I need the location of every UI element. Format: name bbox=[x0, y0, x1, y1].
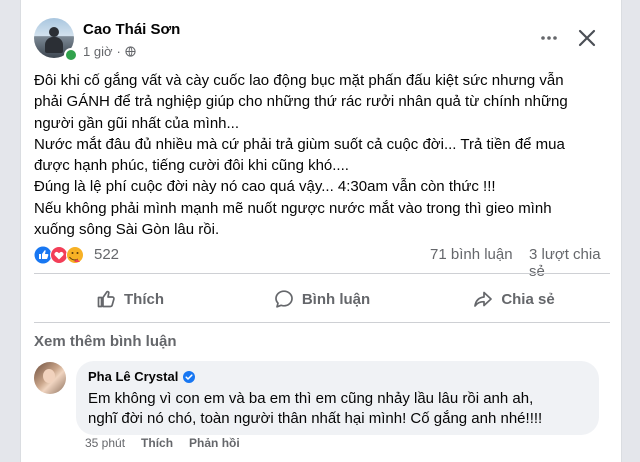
comment-text-line: nghĩ đời nó chó, toàn người thân nhất hạ… bbox=[88, 410, 543, 427]
reaction-count[interactable]: 522 bbox=[94, 246, 119, 263]
post-time[interactable]: 1 giờ bbox=[83, 44, 113, 59]
comment-meta: 35 phút Thích Phản hồi bbox=[85, 436, 240, 450]
comment-icon bbox=[274, 290, 293, 308]
commenter-name[interactable]: Pha Lê Crystal bbox=[88, 369, 196, 384]
share-button[interactable]: Chia sẻ bbox=[418, 282, 610, 316]
share-count[interactable]: 3 lượt chia sẻ bbox=[529, 246, 610, 280]
care-reaction-icon bbox=[66, 246, 84, 264]
post-author-name[interactable]: Cao Thái Sơn bbox=[83, 21, 180, 38]
comment-count[interactable]: 71 bình luận bbox=[430, 246, 513, 263]
verified-badge-icon bbox=[183, 370, 196, 383]
globe-icon bbox=[125, 46, 136, 57]
online-status-dot bbox=[64, 48, 78, 62]
reactions-summary[interactable] bbox=[34, 246, 92, 264]
like-label: Thích bbox=[124, 290, 164, 308]
post-actions: Thích Bình luận Chia sẻ bbox=[34, 282, 610, 316]
post-body-line: Nếu không phải mình mạnh mẽ nuốt ngược n… bbox=[34, 199, 552, 217]
love-reaction-icon bbox=[50, 246, 68, 264]
post-body-line: Nước mắt đâu đủ nhiều mà cứ phải trả giù… bbox=[34, 135, 565, 153]
post-body-line: Đúng là lệ phí cuộc đời này nó cao quá v… bbox=[34, 178, 496, 196]
post-stats: 522 71 bình luận 3 lượt chia sẻ bbox=[34, 244, 610, 280]
commenter-avatar[interactable] bbox=[34, 362, 66, 394]
thumb-up-icon bbox=[97, 290, 115, 308]
like-button[interactable]: Thích bbox=[34, 282, 226, 316]
post-card: Cao Thái Sơn 1 giờ · Đôi khi cố gắng vất… bbox=[20, 0, 622, 462]
feed-background: Cao Thái Sơn 1 giờ · Đôi khi cố gắng vất… bbox=[0, 0, 640, 462]
comment-bubble: Pha Lê Crystal Em không vì con em và ba … bbox=[76, 361, 599, 435]
comment-label: Bình luận bbox=[301, 290, 371, 308]
see-more-comments-link[interactable]: Xem thêm bình luận bbox=[34, 333, 177, 350]
comment-like-button[interactable]: Thích bbox=[141, 436, 173, 450]
post-body-line: Đôi khi cố gắng vất và cày cuốc lao động… bbox=[34, 72, 564, 89]
comment-button[interactable]: Bình luận bbox=[226, 282, 418, 316]
comment-time[interactable]: 35 phút bbox=[85, 436, 125, 450]
post-body-line: được hạnh phúc, tiếng cười đôi khi cũng … bbox=[34, 157, 349, 175]
post-body-line: xuống sông Sài Gòn lâu rồi. bbox=[34, 221, 220, 239]
more-horizontal-icon[interactable] bbox=[539, 28, 559, 48]
comment-text: Em không vì con em và ba em thì em cũng … bbox=[88, 389, 542, 429]
post-body-line: người gần gũi nhất của mình... bbox=[34, 114, 240, 132]
post-body-line: phải GÁNH để trả nghiệp giúp cho những t… bbox=[34, 93, 568, 111]
share-label: Chia sẻ bbox=[501, 290, 555, 308]
share-icon bbox=[474, 291, 493, 307]
post-body: Đôi khi cố gắng vất và cày cuốc lao động… bbox=[34, 70, 614, 240]
comment-text-line: Em không vì con em và ba em thì em cũng … bbox=[88, 390, 534, 407]
close-icon[interactable] bbox=[577, 28, 597, 48]
like-reaction-icon bbox=[34, 246, 52, 264]
comment-reply-button[interactable]: Phản hồi bbox=[189, 436, 240, 450]
post-meta: 1 giờ · bbox=[83, 44, 136, 59]
divider bbox=[34, 273, 610, 274]
divider bbox=[34, 322, 610, 323]
